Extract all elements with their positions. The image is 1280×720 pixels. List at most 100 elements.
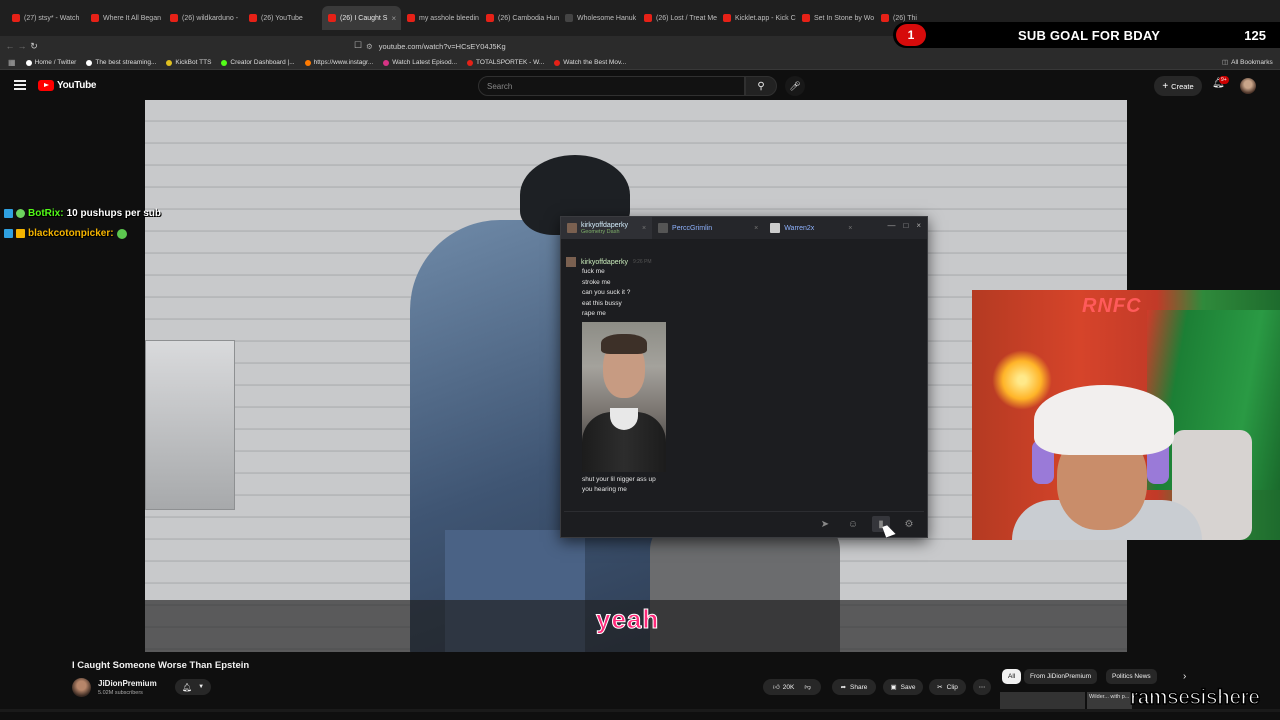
browser-tab[interactable]: (27) stsy* - Watch [6,6,85,30]
clip-button[interactable]: ✂ Clip [929,679,966,695]
like-button[interactable]: 👍︎ 20K [773,683,794,692]
browser-tab[interactable]: (26) wildkarduno - [164,6,243,30]
chips-next-icon[interactable]: › [1183,671,1186,682]
maximize-icon[interactable]: □ [903,221,908,230]
tab-label: (26) Cambodia Hun [498,14,559,22]
channel-avatar[interactable] [72,678,91,697]
bottom-bar [0,709,1280,712]
browser-tab[interactable]: Wholesome Hanuk [559,6,638,30]
dislike-button[interactable]: 👎︎ [804,683,811,691]
back-icon[interactable]: ← [4,41,16,51]
site-info-icon[interactable]: ⚙ [366,42,373,51]
bookmark-item[interactable]: TOTALSPORTEK - W... [467,59,544,66]
message-text: eat this bussy [582,299,622,307]
tab-label: (26) YouTube [261,14,303,22]
chat-tab-name: Warren2x [784,224,815,232]
browser-tab[interactable]: (26) Cambodia Hun [480,6,559,30]
bookmark-item[interactable]: https://www.instagr... [304,59,374,66]
forward-icon[interactable]: → [16,41,28,51]
close-tab-icon[interactable]: × [754,225,758,232]
friend-avatar [770,223,781,233]
browser-tab[interactable]: (26) I Caught S × [322,6,401,30]
thumbs-up-icon: 👍︎ [773,684,780,691]
message-image[interactable] [582,321,666,472]
message-text: rape me [582,310,606,317]
chip-from-channel[interactable]: From JiDionPremium [1024,669,1098,684]
message-group: fuck me stroke me can you suck it ? eat thi… [566,267,906,320]
search-input[interactable]: Search [478,76,745,96]
browser-tab[interactable]: Where It All Began [85,6,164,30]
chip-politics-news[interactable]: Politics News [1106,669,1157,684]
sub-goal-label: SUB GOAL FOR BDAY [1018,27,1161,43]
browser-tab[interactable]: (26) Lost / Treat Me [638,6,717,30]
tab-favicon-icon [170,14,178,22]
save-button[interactable]: ▣ Save [883,679,923,695]
apps-icon[interactable]: ▦ [8,58,16,67]
bookmark-item[interactable]: Creator Dashboard |... [221,59,295,66]
account-avatar[interactable] [1240,78,1256,94]
chevron-down-icon: ▼ [198,684,205,690]
bookmark-item[interactable]: The best streaming... [86,59,156,66]
close-tab-icon[interactable]: × [391,14,396,23]
bookmark-label: Creator Dashboard |... [230,59,295,66]
moderator-badge-icon [4,229,13,238]
like-dislike-group: 👍︎ 20K 👎︎ [763,679,821,695]
close-tab-icon[interactable]: × [642,225,646,232]
tab-label: Wholesome Hanuk [577,14,637,22]
voice-search-button[interactable]: 🎤︎ [785,76,805,96]
chat-tab-perccgrimlin[interactable]: PerccGrimlin × [652,217,764,239]
neon-sign: RNFC [1082,295,1142,317]
share-button[interactable]: ➦ Share [832,679,876,695]
browser-tab[interactable]: (26) YouTube [243,6,322,30]
browser-tab[interactable]: Kicklet.app - Kick C [717,6,796,30]
moderator-badge-icon [4,209,13,218]
youtube-logo[interactable]: YouTube [38,80,97,91]
all-bookmarks-folder[interactable]: ◫ All Bookmarks [1222,58,1273,67]
url-field[interactable]: ⚙ youtube.com/watch?v=HCsEY04J5Kg [366,39,916,53]
tab-label: (26) wildkarduno - [182,14,239,22]
browser-tab[interactable]: Set In Stone by Wo [796,6,875,30]
settings-icon[interactable]: ⚙ [900,516,918,532]
reload-icon[interactable]: ↻ [28,41,40,52]
bookmark-item[interactable]: KickBot TTS [166,59,211,66]
channel-name[interactable]: JiDionPremium [98,679,157,688]
minimize-icon[interactable]: — [887,221,895,230]
hamburger-menu-icon[interactable] [14,80,26,90]
more-actions-button[interactable]: ⋯ [973,679,991,695]
emoticon-icon[interactable]: ☺ [844,516,862,532]
send-icon[interactable]: ➤ [816,516,834,532]
close-icon[interactable]: × [916,221,921,230]
chat-tab-kirkyoffdaperky[interactable]: kirkyoffdaperky Geometry Dash × [561,217,653,239]
create-button[interactable]: + Create [1154,76,1202,96]
streamer-username-overlay: ramsesishere [1129,685,1260,710]
bot-badge-icon [16,209,25,218]
scissors-icon: ✂ [937,684,943,691]
message-text: shut your lil nigger ass up [582,475,656,483]
message-group: shut your lil nigger ass up you hearing m… [566,475,906,496]
bookmark-item[interactable]: Watch the Best Mov... [554,59,626,66]
message-text: you hearing me [582,486,627,493]
close-tab-icon[interactable]: × [848,225,852,232]
bookmarks-bar: ▦ Home / Twitter The best streaming... Kic… [0,56,1280,70]
chat-text: 10 pushups per sub [66,208,162,219]
bookmark-label: https://www.instagr... [313,59,374,66]
chef-hat [1034,385,1174,455]
bookmark-star-icon[interactable]: ☐ [354,40,362,51]
sender-name: kirkyoffdaperky [581,258,628,266]
message-text: fuck me [582,268,605,275]
sub-goal-badge: 1 [896,24,926,46]
bookmark-item[interactable]: Watch Latest Episod... [383,59,457,66]
chip-all[interactable]: All [1002,669,1022,684]
search-button[interactable]: ⚲ [745,76,777,96]
subscription-bell-button[interactable]: 🔔︎ ▼ [175,679,211,695]
create-label: Create [1171,81,1194,91]
chat-tab-warren2x[interactable]: Warren2x × [764,217,858,239]
message-input-row[interactable]: ➤ ☺ ▮ ⚙ [564,511,924,533]
bookmark-favicon-icon [25,59,32,66]
chat-tab-status: Geometry Dash [581,228,620,235]
url-text: youtube.com/watch?v=HCsEY04J5Kg [378,41,506,51]
bookmark-label: Watch Latest Episod... [392,59,458,66]
bookmark-item[interactable]: Home / Twitter [25,59,76,66]
tab-label: Where It All Began [103,14,161,22]
browser-tab[interactable]: my asshole bleedin [401,6,480,30]
